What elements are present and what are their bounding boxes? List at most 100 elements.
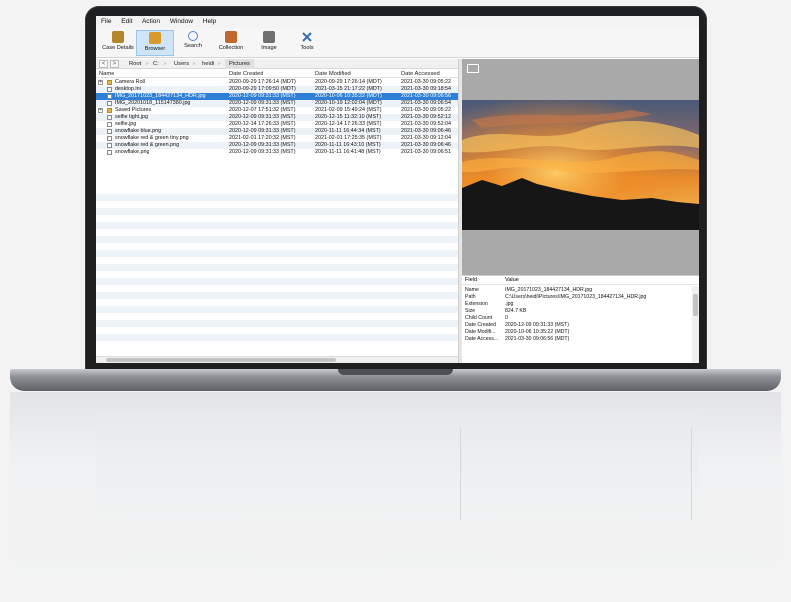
case-details-label: Case Details bbox=[102, 45, 134, 51]
tools-icon bbox=[301, 31, 313, 43]
file-icon bbox=[107, 122, 112, 127]
property-field: Date Modifi... bbox=[465, 329, 496, 335]
back-button[interactable]: < bbox=[99, 60, 108, 68]
collection-button[interactable]: Collection bbox=[212, 30, 250, 56]
date-modified-cell: 2020-12-14 17:26:33 (MST) bbox=[315, 121, 382, 127]
tools-button[interactable]: Tools bbox=[288, 30, 326, 56]
browser-label: Browser bbox=[144, 46, 166, 52]
app-window: File Edit Action Window Help Case Detail… bbox=[96, 16, 699, 363]
property-value: IMG_20171023_184427134_HDR.jpg bbox=[505, 287, 593, 293]
menu-help[interactable]: Help bbox=[203, 18, 216, 25]
property-row[interactable]: Date Created 2020-12-09 09:31:33 (MST) bbox=[462, 322, 690, 329]
property-value: C:\Users\heidi\Pictures\IMG_20171023_184… bbox=[505, 294, 647, 300]
properties-field-header[interactable]: Field bbox=[465, 276, 477, 285]
property-row[interactable]: Name IMG_20171023_184427134_HDR.jpg bbox=[462, 287, 690, 294]
breadcrumb-heidi[interactable]: heidi bbox=[202, 59, 214, 69]
table-row[interactable]: selfie tight.jpg 2020-12-09 09:31:33 (MST… bbox=[96, 114, 458, 121]
column-header-date-accessed[interactable]: Date Accessed bbox=[401, 70, 440, 78]
menu-edit[interactable]: Edit bbox=[121, 18, 132, 25]
date-modified-cell: 2020-11-11 16:44:34 (MST) bbox=[315, 128, 381, 134]
horizontal-scrollbar[interactable] bbox=[96, 356, 458, 363]
search-button[interactable]: Search bbox=[174, 30, 212, 56]
collection-label: Collection bbox=[218, 45, 244, 51]
property-row[interactable]: Size 824.7 KB bbox=[462, 308, 690, 315]
date-accessed-cell: 2021-03-30 09:12:04 bbox=[401, 135, 452, 141]
image-icon bbox=[263, 31, 275, 43]
scroll-thumb[interactable] bbox=[693, 294, 698, 316]
case-details-button[interactable]: Case Details bbox=[99, 30, 137, 56]
breadcrumb-root[interactable]: Root bbox=[129, 59, 141, 69]
date-accessed-cell: 2021-03-30 09:52:04 bbox=[401, 121, 452, 127]
name-cell: snowflake.png bbox=[115, 149, 150, 155]
property-value: 2021-03-30 09:06:56 (MDT) bbox=[505, 336, 570, 342]
vertical-scrollbar[interactable] bbox=[692, 286, 699, 363]
date-accessed-cell: 2021-03-30 09:18:54 bbox=[401, 86, 452, 92]
date-accessed-cell: 2021-03-30 09:06:51 bbox=[401, 149, 452, 155]
case-icon bbox=[112, 31, 124, 43]
name-cell: snowflake blue.png bbox=[115, 128, 162, 134]
property-field: Date Access... bbox=[465, 336, 499, 342]
property-value: 2020-12-09 09:31:33 (MST) bbox=[505, 322, 570, 328]
menu-bar: File Edit Action Window Help bbox=[96, 16, 699, 28]
toolbar: Case Details Browser Search Collection I… bbox=[96, 28, 699, 58]
date-created-cell: 2021-02-01 17:20:32 (MST) bbox=[229, 135, 296, 141]
table-row[interactable]: + Saved Pictures 2020-12-07 17:51:32 (MST)… bbox=[96, 107, 458, 114]
table-row[interactable]: snowflake blue.png 2020-12-09 09:31:33 (M… bbox=[96, 128, 458, 135]
date-created-cell: 2020-12-09 09:31:33 (MST) bbox=[229, 149, 296, 155]
properties-value-header[interactable]: Value bbox=[505, 276, 519, 285]
date-created-cell: 2020-12-07 17:51:32 (MST) bbox=[229, 107, 296, 113]
file-icon bbox=[107, 143, 112, 148]
name-cell: snowflake red & green.png bbox=[115, 142, 180, 148]
date-accessed-cell: 2021-03-30 09:05:22 bbox=[401, 107, 452, 113]
date-created-cell: 2020-09-29 17:26:14 (MDT) bbox=[229, 79, 296, 85]
file-icon bbox=[107, 129, 112, 134]
date-modified-cell: 2020-11-11 16:43:10 (MST) bbox=[315, 142, 381, 148]
menu-file[interactable]: File bbox=[101, 18, 111, 25]
expand-icon[interactable]: + bbox=[98, 108, 103, 113]
property-row[interactable]: Date Modifi... 2020-10-06 10:35:22 (MDT) bbox=[462, 329, 690, 336]
breadcrumb-c[interactable]: C: bbox=[153, 59, 159, 69]
file-icon bbox=[107, 150, 112, 155]
table-row[interactable]: desktop.ini 2020-09-29 17:09:50 (MDT) 2021… bbox=[96, 86, 458, 93]
column-header-date-created[interactable]: Date Created bbox=[229, 70, 263, 78]
property-row[interactable]: Path C:\Users\heidi\Pictures\IMG_20171023… bbox=[462, 294, 690, 301]
date-accessed-cell: 2021-03-30 09:05:22 bbox=[401, 79, 452, 85]
column-header-date-modified[interactable]: Date Modified bbox=[315, 70, 351, 78]
property-value: 0 bbox=[505, 315, 508, 321]
date-modified-cell: 2021-02-01 17:25:35 (MST) bbox=[315, 135, 382, 141]
fullscreen-icon[interactable] bbox=[467, 64, 479, 73]
scroll-thumb[interactable] bbox=[106, 358, 336, 362]
table-row[interactable]: snowflake red & green tiny.png 2021-02-01… bbox=[96, 135, 458, 142]
file-list: Name Date Created Date Modified Date Acc… bbox=[96, 70, 458, 357]
table-row[interactable]: snowflake red & green.png 2020-12-09 09:3… bbox=[96, 142, 458, 149]
menu-action[interactable]: Action bbox=[142, 18, 160, 25]
property-row[interactable]: Extension .jpg bbox=[462, 301, 690, 308]
image-button[interactable]: Image bbox=[250, 30, 288, 56]
menu-window[interactable]: Window bbox=[170, 18, 193, 25]
file-icon bbox=[107, 115, 112, 120]
image-label: Image bbox=[261, 45, 277, 51]
table-row[interactable]: + Camera Roll 2020-09-29 17:26:14 (MDT) 202… bbox=[96, 79, 458, 86]
forward-button[interactable]: > bbox=[110, 60, 119, 68]
table-row[interactable]: IMG_20171023_184427134_HDR.jpg 2020-12-09… bbox=[96, 93, 458, 100]
table-row[interactable]: IMG_20201018_115147380.jpg 2020-12-09 09:… bbox=[96, 100, 458, 107]
breadcrumb-pictures[interactable]: Pictures bbox=[225, 59, 254, 69]
expand-icon[interactable]: + bbox=[98, 80, 103, 85]
name-cell: Camera Roll bbox=[115, 79, 145, 85]
collection-icon bbox=[225, 31, 237, 43]
property-field: Extension bbox=[465, 301, 488, 307]
property-row[interactable]: Child Count 0 bbox=[462, 315, 690, 322]
property-value: 2020-10-06 10:35:22 (MDT) bbox=[505, 329, 570, 335]
date-created-cell: 2020-12-09 09:31:33 (MST) bbox=[229, 142, 296, 148]
date-modified-cell: 2020-09-29 17:26:14 (MDT) bbox=[315, 79, 382, 85]
property-row[interactable]: Date Access... 2021-03-30 09:06:56 (MDT) bbox=[462, 336, 690, 343]
date-created-cell: 2020-12-09 09:31:33 (MST) bbox=[229, 93, 296, 99]
browser-button[interactable]: Browser bbox=[136, 30, 174, 56]
name-cell: snowflake red & green tiny.png bbox=[115, 135, 189, 141]
breadcrumb-separator: › bbox=[193, 61, 195, 67]
table-row[interactable]: selfie.jpg 2020-12-14 17:26:33 (MST) 2020-… bbox=[96, 121, 458, 128]
breadcrumb-users[interactable]: Users bbox=[174, 59, 189, 69]
table-row[interactable]: snowflake.png 2020-12-09 09:31:33 (MST) 20… bbox=[96, 149, 458, 156]
file-icon bbox=[107, 136, 112, 141]
column-header-name[interactable]: Name bbox=[99, 70, 114, 78]
